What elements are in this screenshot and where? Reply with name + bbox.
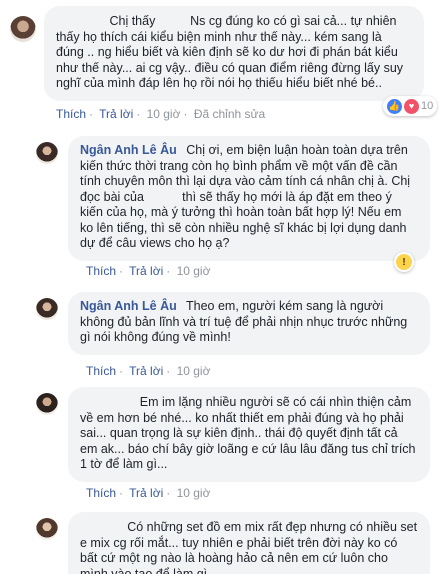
like-link[interactable]: Thích bbox=[86, 486, 116, 500]
redacted-author: xxxxxxxxx bbox=[80, 395, 137, 411]
edited-label[interactable]: Đã chỉnh sửa bbox=[194, 107, 265, 121]
reply-link[interactable]: Trả lời bbox=[129, 364, 163, 378]
comment-bubble: xxxxxxxxx Em im lặng nhiều người sẽ có c… bbox=[68, 387, 430, 482]
like-link[interactable]: Thích bbox=[56, 107, 86, 121]
like-link[interactable]: Thích bbox=[86, 364, 116, 378]
comment-bubble: Ngân Anh Lê Âu Theo em, người kém sang l… bbox=[68, 292, 430, 355]
wow-reaction-icon: ! bbox=[396, 254, 412, 270]
avatar[interactable] bbox=[36, 518, 58, 540]
comment-1: xxxxxxxx Chị thấy xxxxxNs cg đúng ko có … bbox=[10, 6, 434, 101]
comment-author[interactable]: Ngân Anh Lê Âu bbox=[80, 143, 177, 157]
redacted-author: xxxxxxxx bbox=[56, 14, 106, 30]
comment-2: Ngân Anh Lê Âu Chị ơi, em biện luận hoàn… bbox=[36, 136, 436, 261]
comment-actions: Thích · Trả lời · 10 giờ · Đã chỉnh sửa bbox=[56, 107, 266, 121]
comment-bubble: Ngân Anh Lê Âu Chị ơi, em biện luận hoàn… bbox=[68, 136, 430, 261]
reaction-count: 10 bbox=[421, 100, 434, 112]
like-reaction-icon: 👍 bbox=[387, 98, 402, 114]
avatar[interactable] bbox=[10, 16, 36, 42]
avatar[interactable] bbox=[36, 393, 58, 415]
comment-actions: Thích · Trả lời · 10 giờ bbox=[86, 364, 211, 378]
comment-actions: Thích · Trả lời · 10 giờ bbox=[86, 486, 211, 500]
comment-text: Có những set đồ em mix rất đẹp nhưng có … bbox=[80, 520, 418, 574]
timestamp[interactable]: 10 giờ bbox=[177, 364, 211, 378]
like-link[interactable]: Thích bbox=[86, 264, 116, 278]
heart-reaction-icon: ♥ bbox=[404, 98, 419, 114]
comment-4: xxxxxxxxx Em im lặng nhiều người sẽ có c… bbox=[36, 387, 436, 482]
comment-author[interactable]: Ngân Anh Lê Âu bbox=[80, 299, 177, 313]
redacted-author: xxxxxxx bbox=[80, 520, 124, 536]
reactions-badge[interactable]: ! bbox=[394, 252, 414, 272]
comment-5: xxxxxxx Có những set đồ em mix rất đẹp n… bbox=[36, 512, 436, 574]
reply-link[interactable]: Trả lời bbox=[129, 264, 163, 278]
comment-actions: Thích · Trả lời · 10 giờ bbox=[86, 264, 211, 278]
reactions-badge[interactable]: 👍 ♥ 10 bbox=[383, 96, 438, 116]
redacted-mention: xxxxx bbox=[158, 14, 191, 30]
timestamp[interactable]: 10 giờ bbox=[177, 486, 211, 500]
comment-3: Ngân Anh Lê Âu Theo em, người kém sang l… bbox=[36, 292, 436, 355]
avatar[interactable] bbox=[36, 298, 58, 320]
comment-bubble: xxxxxxx Có những set đồ em mix rất đẹp n… bbox=[68, 512, 430, 574]
comment-text: Chị thấy bbox=[109, 14, 159, 28]
timestamp[interactable]: 10 giờ bbox=[147, 107, 181, 121]
reply-link[interactable]: Trả lời bbox=[99, 107, 133, 121]
reply-link[interactable]: Trả lời bbox=[129, 486, 163, 500]
comment-bubble: xxxxxxxx Chị thấy xxxxxNs cg đúng ko có … bbox=[44, 6, 424, 101]
timestamp[interactable]: 10 giờ bbox=[177, 264, 211, 278]
avatar[interactable] bbox=[36, 142, 58, 164]
redacted-mention: xxxxx bbox=[147, 189, 179, 205]
